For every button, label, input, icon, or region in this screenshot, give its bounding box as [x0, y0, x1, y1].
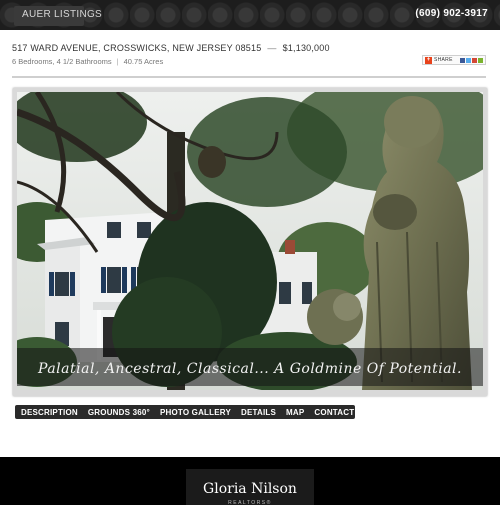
- hero-frame: Palatial, Ancestral, Classical... A Gold…: [13, 88, 487, 396]
- hero-photo: Palatial, Ancestral, Classical... A Gold…: [17, 92, 483, 390]
- realtor-logo[interactable]: Gloria Nilson REALTORS®: [186, 469, 314, 506]
- plus-icon: +: [425, 56, 432, 64]
- title-separator: —: [267, 43, 277, 53]
- summary-divider: |: [116, 57, 119, 66]
- logo-name: Gloria Nilson: [203, 481, 297, 497]
- nav-map[interactable]: MAP: [286, 408, 304, 417]
- site-brand[interactable]: AUER LISTINGS: [22, 9, 102, 20]
- nav-photo-gallery[interactable]: PHOTO GALLERY: [160, 408, 231, 417]
- share-button[interactable]: + SHARE: [422, 55, 486, 65]
- social-icon-1: [460, 57, 465, 63]
- social-icons: [460, 57, 483, 63]
- hero-illustration: [17, 92, 483, 390]
- logo-subtitle: REALTORS®: [228, 500, 272, 506]
- beds-baths: 6 Bedrooms, 4 1/2 Bathrooms: [12, 57, 112, 66]
- social-icon-4: [478, 57, 483, 63]
- listing-summary: 6 Bedrooms, 4 1/2 Bathrooms | 40.75 Acres: [12, 57, 163, 66]
- listing-nav: DESCRIPTION GROUNDS 360° PHOTO GALLERY D…: [15, 405, 355, 419]
- site-footer: Gloria Nilson REALTORS®: [0, 457, 500, 506]
- title-divider: [12, 76, 486, 78]
- social-icon-2: [466, 57, 471, 63]
- acreage: 40.75 Acres: [123, 57, 164, 66]
- social-icon-3: [472, 57, 477, 63]
- phone-number: (609) 902-3917: [415, 8, 488, 19]
- nav-details[interactable]: DETAILS: [241, 408, 276, 417]
- listing-title: 517 WARD AVENUE, CROSSWICKS, NEW JERSEY …: [12, 43, 330, 53]
- site-header: AUER LISTINGS (609) 902-3917: [0, 0, 500, 30]
- hero-caption: Palatial, Ancestral, Classical... A Gold…: [38, 361, 462, 377]
- nav-grounds-360[interactable]: GROUNDS 360°: [88, 408, 150, 417]
- nav-description[interactable]: DESCRIPTION: [21, 408, 78, 417]
- share-label: SHARE: [434, 57, 453, 63]
- nav-contact[interactable]: CONTACT: [314, 408, 354, 417]
- listing-address: 517 WARD AVENUE, CROSSWICKS, NEW JERSEY …: [12, 43, 262, 53]
- listing-price: $1,130,000: [282, 43, 330, 53]
